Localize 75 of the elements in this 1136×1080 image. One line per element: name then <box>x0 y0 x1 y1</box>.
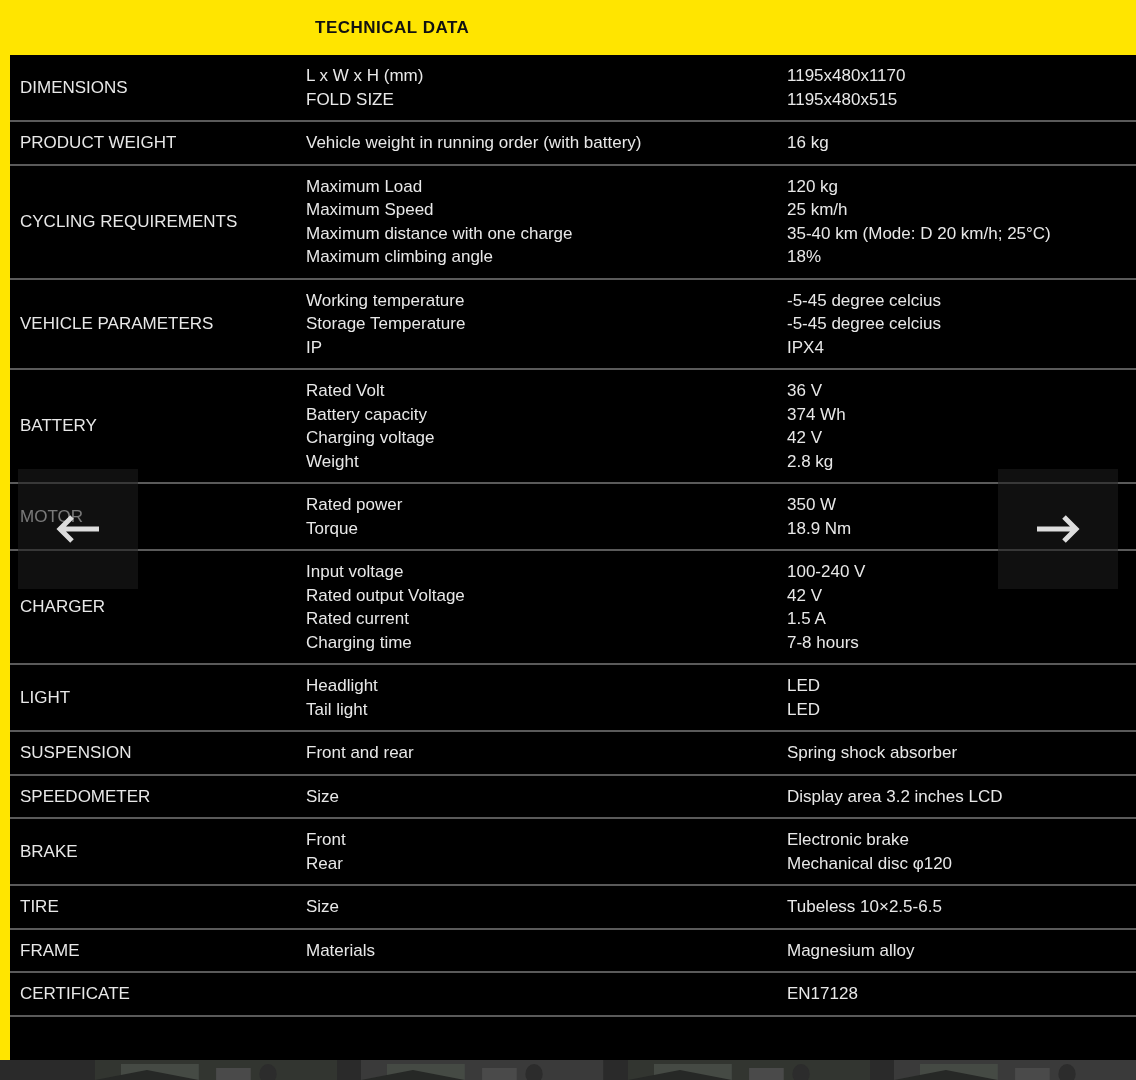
spec-value: Mechanical disc φ120 <box>787 852 953 875</box>
spec-value: Magnesium alloy <box>787 939 915 962</box>
spec-parameter: Charging time <box>306 631 412 654</box>
spec-value: LED <box>787 698 821 721</box>
spec-parameter: Rated power <box>306 494 403 516</box>
spec-value: Display area 3.2 inches LCD <box>787 785 1003 808</box>
spec-parameter: Rated current <box>306 608 409 630</box>
section-title: TECHNICAL DATA <box>315 17 470 38</box>
right-arrow-icon <box>1035 514 1081 544</box>
spec-value: 100-240 V <box>787 561 866 583</box>
spec-parameter: Rated Volt <box>306 380 385 402</box>
spec-label: DIMENSIONS <box>20 76 129 99</box>
spec-label: SUSPENSION <box>20 742 133 764</box>
spec-parameter: IP <box>306 336 323 359</box>
spec-parameter: Vehicle weight in running order (with battery) <box>306 132 642 154</box>
spec-parameter: Rear <box>306 852 343 875</box>
spec-label: TIRE <box>20 896 60 918</box>
spec-parameter: Weight <box>306 450 359 473</box>
spec-value: 7-8 hours <box>787 631 859 654</box>
spec-label: PRODUCT WEIGHT <box>20 132 178 154</box>
spec-parameter: FOLD SIZE <box>306 88 394 111</box>
spec-value: Electronic brake <box>787 829 909 851</box>
spec-value: Tubeless 10×2.5-6.5 <box>787 896 942 918</box>
spec-value: 25 km/h <box>787 199 848 221</box>
spec-label: VEHICLE PARAMETERS <box>20 313 215 335</box>
spec-parameter: Materials <box>306 939 375 962</box>
spec-value: 42 V <box>787 427 822 449</box>
spec-parameter: Maximum climbing angle <box>306 246 494 268</box>
spec-parameter: L x W x H (mm) <box>306 65 424 87</box>
spec-parameter: Battery capacity <box>306 403 427 426</box>
spec-label: CYCLING REQUIREMENTS <box>20 210 239 233</box>
spec-value: 35-40 km (Mode: D 20 km/h; 25°C) <box>787 222 1051 245</box>
spec-value: 1.5 A <box>787 608 826 630</box>
spec-parameter: Size <box>306 785 340 808</box>
spec-parameter: Size <box>306 896 340 918</box>
spec-value: EN17128 <box>787 983 858 1005</box>
spec-parameter: Torque <box>306 517 358 540</box>
spec-value: 18% <box>787 246 822 268</box>
spec-parameter: Maximum Load <box>306 175 423 198</box>
spec-value: LED <box>787 675 821 697</box>
spec-value: 1195x480x515 <box>787 88 898 111</box>
spec-parameter: Rated output Voltage <box>306 584 465 607</box>
spec-parameter: Tail light <box>306 698 368 721</box>
spec-value: 1195x480x1170 <box>787 65 906 87</box>
spec-parameter: Maximum distance with one charge <box>306 222 573 245</box>
spec-value: -5-45 degree celcius <box>787 289 942 312</box>
spec-label: MOTOR <box>20 505 84 528</box>
spec-value: 16 kg <box>787 132 829 154</box>
spec-value: IPX4 <box>787 336 824 359</box>
spec-parameter: Charging voltage <box>306 427 435 449</box>
spec-label: CERTIFICATE <box>20 983 131 1005</box>
spec-label: BRAKE <box>20 840 79 863</box>
spec-value: 2.8 kg <box>787 450 834 473</box>
spec-value: Spring shock absorber <box>787 742 958 764</box>
spec-value: 18.9 Nm <box>787 517 852 540</box>
spec-label: LIGHT <box>20 686 72 709</box>
spec-label: BATTERY <box>20 415 98 438</box>
spec-parameter: Front and rear <box>306 742 414 764</box>
spec-parameter: Front <box>306 829 346 851</box>
spec-value: 42 V <box>787 584 822 607</box>
spec-value: -5-45 degree celcius <box>787 313 942 335</box>
spec-label: SPEEDOMETER <box>20 785 152 808</box>
spec-parameter: Headlight <box>306 675 378 697</box>
spec-value: 350 W <box>787 494 837 516</box>
spec-parameter: Maximum Speed <box>306 199 434 221</box>
spec-value: 36 V <box>787 380 822 402</box>
spec-label: FRAME <box>20 939 81 962</box>
spec-value: 374 Wh <box>787 403 846 426</box>
spec-value: 120 kg <box>787 175 839 198</box>
spec-parameter: Working temperature <box>306 289 465 312</box>
spec-parameter: Input voltage <box>306 561 404 583</box>
previous-button[interactable] <box>18 469 138 589</box>
spec-label: CHARGER <box>20 596 106 619</box>
next-button[interactable] <box>998 469 1118 589</box>
spec-parameter: Storage Temperature <box>306 313 466 335</box>
